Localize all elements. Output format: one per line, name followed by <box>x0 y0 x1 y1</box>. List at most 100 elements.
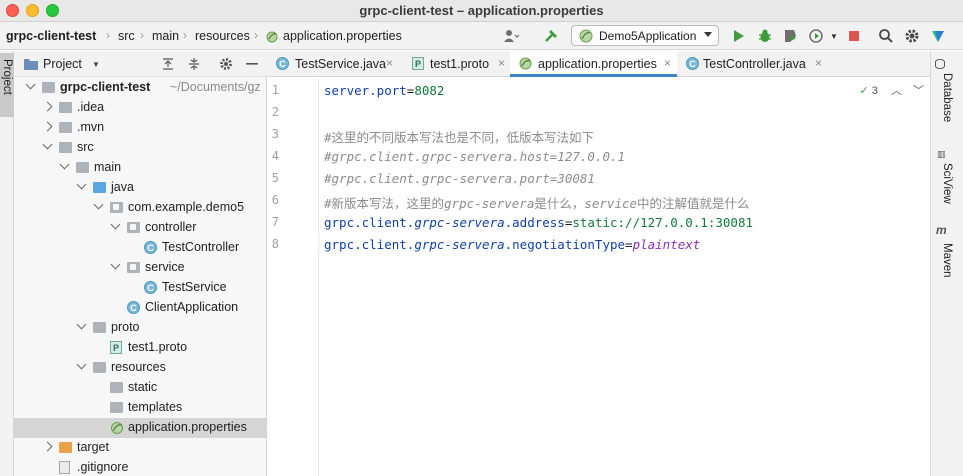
sciview-tool-tab[interactable]: SciView <box>941 163 953 204</box>
code-token: #grpc.client.grpc-servera.port=30081 <box>324 171 595 186</box>
tab-label: TestService.java <box>295 57 387 71</box>
tree-item[interactable]: java <box>14 178 267 198</box>
tree-item[interactable]: resources <box>14 358 267 378</box>
run-icon[interactable] <box>729 26 749 46</box>
code-token: 中的注解值就是什么 <box>637 196 750 211</box>
tree-item[interactable]: .mvn <box>14 118 267 138</box>
project-panel-title[interactable]: Project <box>43 57 82 71</box>
folder-icon <box>42 82 55 93</box>
tree-item[interactable]: proto <box>14 318 267 338</box>
minimize-panel-icon[interactable] <box>246 63 258 65</box>
chevron-down-icon[interactable]: ▼ <box>824 26 844 46</box>
chevron-down-icon[interactable] <box>93 199 104 210</box>
tree-item[interactable]: C ClientApplication <box>14 298 267 318</box>
package-mark <box>130 224 136 230</box>
settings-icon[interactable] <box>902 26 922 46</box>
code-line[interactable]: grpc.client.grpc-servera.negotiationType… <box>324 237 700 259</box>
tab-testservice[interactable]: C TestService.java × <box>267 51 398 77</box>
line-number: 4 <box>271 149 279 163</box>
folder-icon <box>93 182 106 193</box>
spring-icon <box>579 29 593 43</box>
tree-item[interactable]: controller <box>14 218 267 238</box>
project-tool-tab[interactable]: Project <box>0 53 14 117</box>
chevron-right-icon[interactable] <box>42 101 53 112</box>
code-line[interactable]: #这里的不同版本写法也是不同，低版本写法如下 <box>324 127 594 149</box>
search-icon[interactable] <box>876 26 896 46</box>
plugin-icon[interactable] <box>928 26 948 46</box>
hammer-icon[interactable] <box>541 26 561 46</box>
tree-item[interactable]: application.properties <box>14 418 267 438</box>
tree-item-label: TestController <box>162 240 240 254</box>
gear-icon[interactable] <box>219 57 233 71</box>
inspection-widget[interactable]: ✓ 3 ︿ ﹀ <box>859 82 924 98</box>
chevron-down-icon[interactable]: ﹀ <box>913 85 924 97</box>
breadcrumb-separator: › <box>106 28 110 42</box>
code-editor[interactable]: ✓ 3 ︿ ﹀ server.port=8082 #这里的不同版本写法也是不同，低… <box>320 78 930 476</box>
class-icon: C <box>144 241 157 254</box>
user-icon[interactable] <box>501 26 521 46</box>
chevron-down-icon[interactable] <box>76 359 87 370</box>
tree-item[interactable]: Ptest1.proto <box>14 338 267 358</box>
tree-item[interactable]: C TestController <box>14 238 267 258</box>
tree-item[interactable]: com.example.demo5 <box>14 198 267 218</box>
code-line[interactable]: #新版本写法，这里的grpc-servera是什么，service中的注解值就是… <box>324 193 750 215</box>
chevron-right-icon[interactable] <box>42 441 53 452</box>
tab-application-properties[interactable]: application.properties × <box>510 51 677 77</box>
code-token: grpc.client. <box>324 237 415 252</box>
properties-file-icon <box>111 422 123 434</box>
close-icon[interactable]: × <box>386 56 393 70</box>
chevron-down-icon[interactable] <box>76 179 87 190</box>
breadcrumb-file[interactable]: application.properties <box>283 29 402 43</box>
folder-icon <box>76 162 89 173</box>
tree-item[interactable]: templates <box>14 398 267 418</box>
breadcrumb-resources[interactable]: resources <box>195 29 250 43</box>
chevron-down-icon[interactable] <box>76 319 87 330</box>
code-line[interactable]: server.port=8082 <box>324 83 444 105</box>
chevron-right-icon[interactable] <box>42 121 53 132</box>
coverage-icon[interactable] <box>780 26 800 46</box>
tree-item[interactable]: main <box>14 158 267 178</box>
collapse-all-icon[interactable] <box>188 57 200 71</box>
tree-item-label: test1.proto <box>128 340 188 354</box>
code-token: 是什么， <box>534 196 585 211</box>
close-icon[interactable]: × <box>664 56 671 70</box>
tree-item[interactable]: service <box>14 258 267 278</box>
tree-item[interactable]: grpc-client-test ~/Documents/gz <box>14 78 267 98</box>
code-line[interactable]: #grpc.client.grpc-servera.host=127.0.0.1 <box>324 149 625 171</box>
package-icon <box>110 202 123 213</box>
close-icon[interactable]: × <box>815 56 822 70</box>
code-line[interactable]: #grpc.client.grpc-servera.port=30081 <box>324 171 595 193</box>
database-tool-tab[interactable]: Database <box>941 73 953 122</box>
tab-test1-proto[interactable]: P test1.proto × <box>398 51 510 77</box>
chevron-down-icon[interactable]: ▼ <box>92 60 100 69</box>
tab-testcontroller[interactable]: C TestController.java × <box>677 51 827 77</box>
chevron-down-icon[interactable] <box>42 139 53 150</box>
code-token: #新版本写法，这里的 <box>324 196 445 211</box>
debug-icon[interactable] <box>755 26 775 46</box>
code-line[interactable]: grpc.client.grpc-servera.address=static:… <box>324 215 753 237</box>
chevron-down-icon[interactable] <box>110 259 121 270</box>
tree-item[interactable]: .gitignore <box>14 458 267 476</box>
tree-item[interactable]: src <box>14 138 267 158</box>
chevron-down-icon[interactable] <box>25 79 36 90</box>
tree-item[interactable]: C TestService <box>14 278 267 298</box>
maven-tool-tab[interactable]: Maven <box>941 243 953 278</box>
proto-file-icon: P <box>412 57 424 70</box>
run-configuration-select[interactable]: Demo5Application <box>571 25 719 46</box>
chevron-down-icon[interactable] <box>59 159 70 170</box>
stop-icon[interactable] <box>844 26 864 46</box>
tree-item[interactable]: static <box>14 378 267 398</box>
expand-all-icon[interactable] <box>162 57 174 71</box>
breadcrumb-main[interactable]: main <box>152 29 179 43</box>
chevron-up-icon[interactable]: ︿ <box>891 85 902 97</box>
breadcrumb-project[interactable]: grpc-client-test <box>6 29 96 43</box>
code-token: grpc.client. <box>324 215 415 230</box>
tree-item-label: com.example.demo5 <box>128 200 245 214</box>
chevron-down-icon[interactable] <box>110 219 121 230</box>
tree-item[interactable]: target <box>14 438 267 458</box>
breadcrumb-src[interactable]: src <box>118 29 135 43</box>
close-icon[interactable]: × <box>498 56 505 70</box>
tab-label: TestController.java <box>703 57 806 71</box>
profile-icon[interactable] <box>806 26 826 46</box>
tree-item[interactable]: .idea <box>14 98 267 118</box>
